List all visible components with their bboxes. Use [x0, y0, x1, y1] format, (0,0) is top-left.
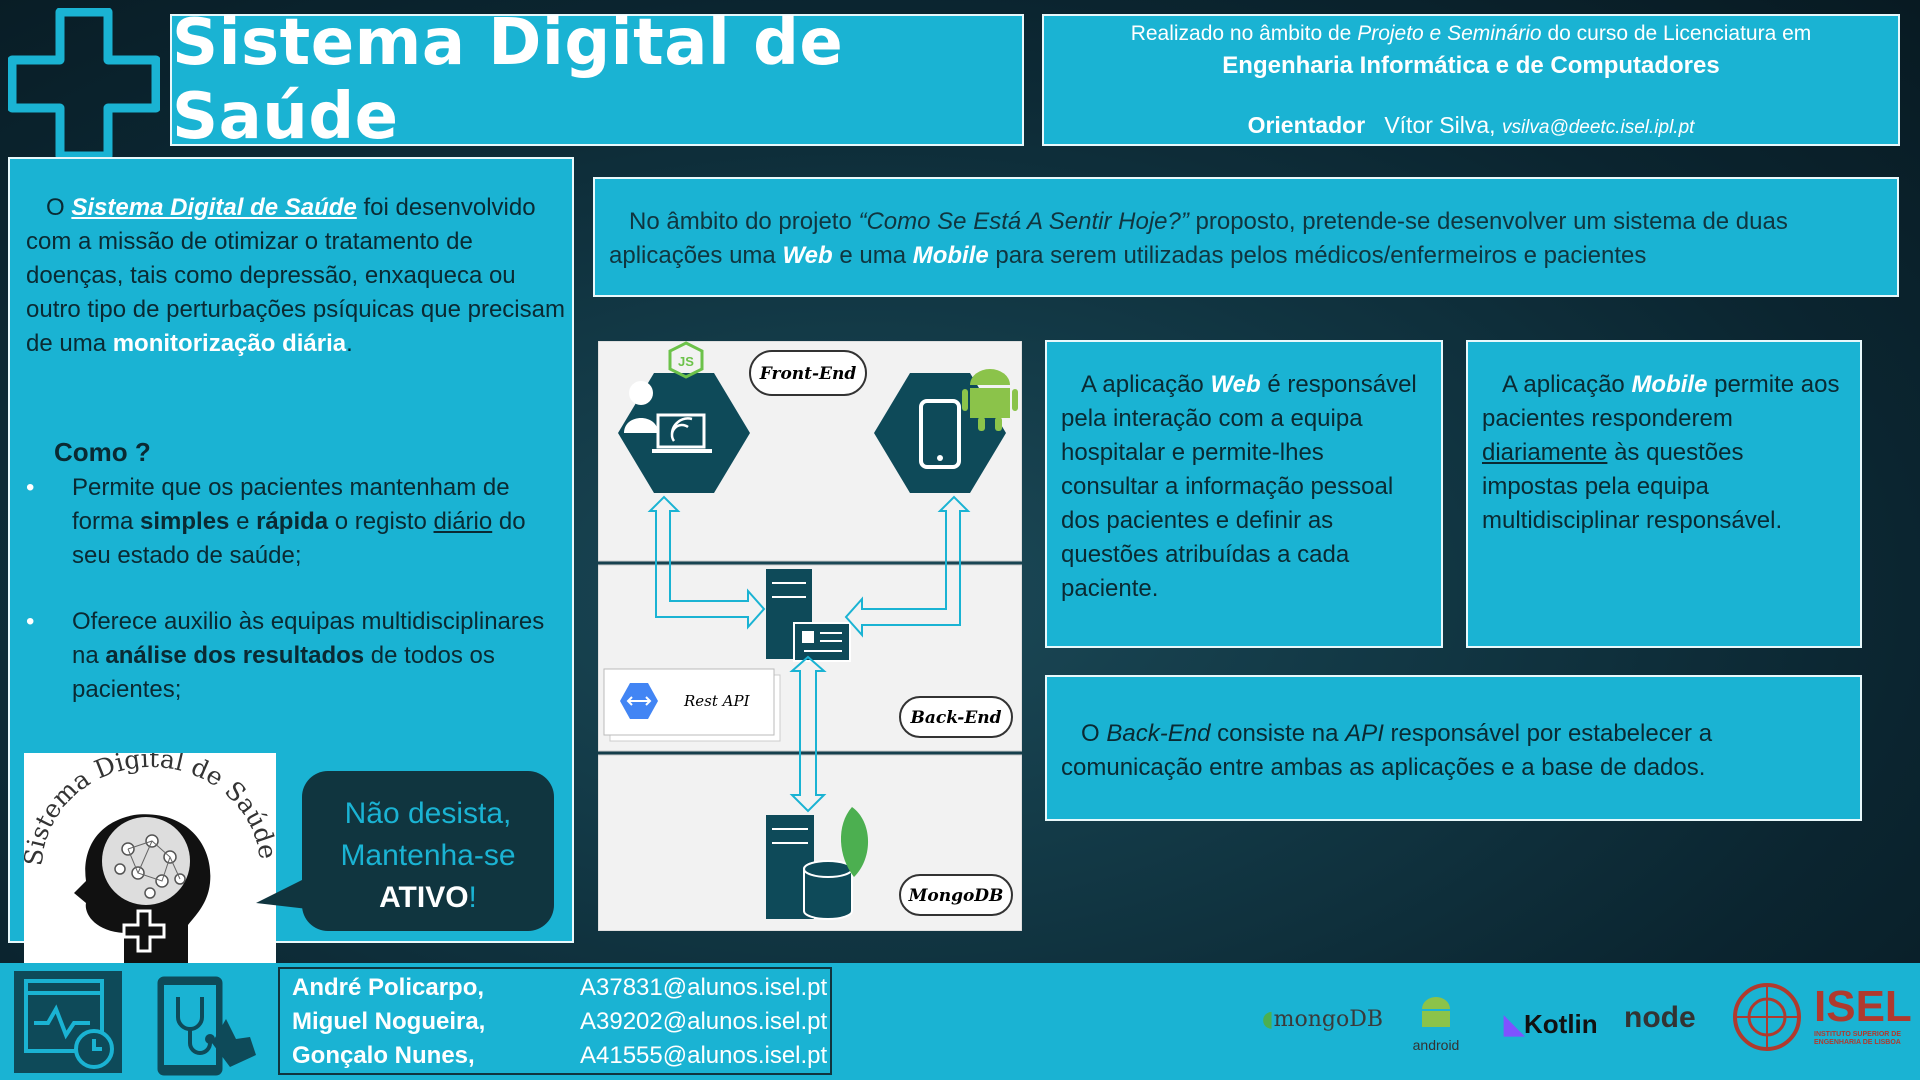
- advisor-name: Vítor Silva,: [1384, 112, 1496, 138]
- project-name: “Como Se Está A Sentir Hoje?”: [858, 208, 1189, 235]
- course-info-panel: Realizado no âmbito de Projeto e Seminár…: [1042, 14, 1900, 146]
- backend-text-pre: O: [1081, 720, 1107, 747]
- advisor-email[interactable]: vsilva@deetc.isel.ipl.pt: [1502, 117, 1694, 138]
- rest-api-label: Rest API: [683, 692, 751, 710]
- mobile-text-pre: A aplicação: [1502, 371, 1632, 398]
- project-mobile-label: Mobile: [912, 242, 989, 269]
- project-text-end: para serem utilizadas pelos médicos/enfe…: [988, 242, 1647, 269]
- health-monitor-icon: [14, 971, 122, 1073]
- system-name-link[interactable]: Sistema Digital de Saúde: [71, 194, 356, 221]
- project-web-label: Web: [782, 242, 833, 269]
- backend-description-panel: O Back-End consiste na API responsável p…: [1045, 675, 1862, 821]
- brain-head-icon: Sistema Digital de Saúde: [19, 744, 283, 965]
- mongodb-leaf-icon: ◖: [1262, 1007, 1274, 1032]
- mobile-label: Mobile: [1631, 371, 1708, 398]
- medical-cross-logo: [8, 8, 160, 160]
- mongodb-logo: ◖mongoDB: [1262, 1007, 1383, 1032]
- course-context-prefix: Realizado no âmbito de: [1130, 22, 1358, 45]
- bullet-1-text-c: o registo: [328, 508, 434, 535]
- introduction-panel: O Sistema Digital de Saúde foi desenvolv…: [8, 157, 574, 965]
- project-text-and: e uma: [832, 242, 913, 269]
- kotlin-logo: ◣Kotlin: [1504, 1009, 1598, 1040]
- isel-emblem-icon: [1733, 983, 1801, 1051]
- author-names: André Policarpo, Miguel Nogueira, Gonçal…: [292, 971, 485, 1073]
- bullet-item-1: • Permite que os pacientes mantenham de …: [26, 471, 566, 573]
- author-email[interactable]: A37831@alunos.isel.pt: [580, 971, 827, 1005]
- architecture-diagram: JS Front-End Rest API Back-End MongoDB: [598, 341, 1022, 931]
- backend-text-mid: consiste na: [1210, 720, 1346, 747]
- mobile-app-panel: A aplicação Mobile permite aos pacientes…: [1466, 340, 1862, 648]
- course-context-suffix: do curso de Licenciatura em: [1541, 22, 1812, 45]
- bullet-item-2: • Oferece auxilio às equipas multidiscip…: [26, 605, 566, 707]
- android-icon: [1422, 997, 1450, 1027]
- kotlin-logo-text: Kotlin: [1524, 1009, 1598, 1039]
- mongodb-label: MongoDB: [908, 886, 1004, 906]
- author-email[interactable]: A41555@alunos.isel.pt: [580, 1039, 827, 1073]
- speech-bubble-tail: [256, 877, 308, 909]
- footer-bar: André Policarpo, Miguel Nogueira, Gonçal…: [0, 963, 1920, 1080]
- page-title: Sistema Digital de Saúde: [172, 6, 844, 154]
- isel-logo-text: ISEL: [1814, 982, 1912, 1031]
- web-text-pre: A aplicação: [1081, 371, 1211, 398]
- bubble-exclamation: !: [468, 881, 477, 914]
- brain-logo-image: Sistema Digital de Saúde: [19, 744, 283, 965]
- advisor-line: Orientador Vítor Silva, vsilva@deetc.ise…: [1044, 112, 1898, 139]
- backend-term: Back-End: [1106, 720, 1211, 747]
- author-email[interactable]: A39202@alunos.isel.pt: [580, 1005, 827, 1039]
- bullet-marker: •: [26, 608, 35, 635]
- bullet-1-bold-fast: rápida: [256, 508, 329, 535]
- author-name: André Policarpo,: [292, 974, 485, 1001]
- android-logo-text: android: [1412, 1037, 1460, 1053]
- degree-name: Engenharia Informática e de Computadores: [1222, 52, 1720, 79]
- user-icon: [629, 381, 653, 405]
- web-description: é responsável pela interação com a equip…: [1061, 371, 1417, 602]
- web-app-panel: A aplicação Web é responsável pela inter…: [1045, 340, 1443, 648]
- bullet-1-bold-simple: simples: [140, 508, 230, 535]
- mobile-daily-underline: diariamente: [1482, 439, 1608, 466]
- bubble-line-2: Mantenha-se: [340, 839, 516, 872]
- bullet-2-bold: análise dos resultados: [105, 642, 365, 669]
- backend-label: Back-End: [909, 708, 1001, 728]
- intro-paragraph: O Sistema Digital de Saúde foi desenvolv…: [26, 191, 566, 361]
- intro-prefix: O: [46, 194, 72, 221]
- frontend-label: Front-End: [759, 364, 857, 384]
- author-name: Miguel Nogueira,: [292, 1008, 486, 1035]
- mobile-stethoscope-icon: [154, 973, 256, 1079]
- web-label: Web: [1210, 371, 1261, 398]
- author-emails: A37831@alunos.isel.pt A39202@alunos.isel…: [580, 971, 827, 1073]
- authors-panel: André Policarpo, Miguel Nogueira, Gonçal…: [278, 967, 832, 1075]
- bullet-1-text-b: e: [229, 508, 257, 535]
- motivation-speech-bubble: Não desista, Mantenha-se ATIVO!: [302, 771, 554, 931]
- intro-highlight: monitorização diária: [112, 330, 347, 357]
- bubble-active-word: ATIVO: [379, 881, 469, 914]
- mongodb-logo-text: mongoDB: [1273, 1007, 1384, 1032]
- nodejs-logo-text: node: [1624, 1001, 1696, 1034]
- bubble-line-1: Não desista,: [344, 797, 512, 830]
- isel-subtitle: INSTITUTO SUPERIOR DE ENGENHARIA DE LISB…: [1814, 1031, 1901, 1046]
- bullet-1-underline-daily: diário: [433, 508, 493, 535]
- project-text-pre: No âmbito do projeto: [629, 208, 859, 235]
- how-heading: Como ?: [54, 437, 151, 467]
- kotlin-icon: ◣: [1504, 1009, 1524, 1039]
- nodejs-logo: node: [1624, 1001, 1696, 1035]
- advisor-label: Orientador: [1247, 112, 1366, 138]
- project-description-panel: No âmbito do projeto “Como Se Está A Sen…: [593, 177, 1899, 297]
- svg-text:JS: JS: [678, 354, 694, 369]
- title-banner: Sistema Digital de Saúde: [170, 6, 1024, 154]
- bullet-marker: •: [26, 474, 35, 501]
- android-logo: android: [1404, 995, 1468, 1052]
- intro-end: .: [346, 330, 353, 357]
- course-name: Projeto e Seminário: [1357, 22, 1542, 45]
- course-context-line: Realizado no âmbito de Projeto e Seminár…: [1044, 22, 1898, 46]
- author-name: Gonçalo Nunes,: [292, 1042, 475, 1069]
- api-term: API: [1345, 720, 1384, 747]
